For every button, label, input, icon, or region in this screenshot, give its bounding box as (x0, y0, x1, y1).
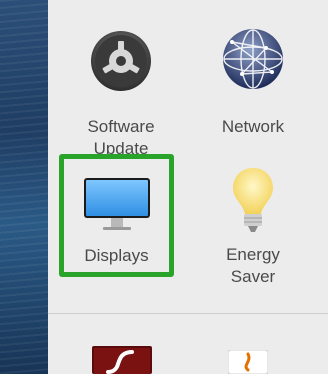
java-icon[interactable] (228, 350, 268, 374)
system-preferences-panel: Software Update Network Displays Energy … (48, 0, 328, 374)
flash-player-icon[interactable] (92, 346, 152, 374)
desktop-wallpaper (0, 0, 48, 374)
pref-label: Energy Saver (226, 245, 280, 286)
pref-label: Displays (84, 246, 149, 265)
pref-software-update[interactable]: Software Update (66, 20, 176, 158)
display-monitor-icon (83, 178, 150, 230)
pref-displays[interactable]: Displays (59, 154, 174, 277)
pref-network[interactable]: Network (198, 20, 308, 136)
pref-energy-saver[interactable]: Energy Saver (198, 160, 308, 290)
lightbulb-icon (233, 168, 273, 232)
pref-label: Network (221, 117, 285, 136)
globe-network-icon (223, 29, 283, 89)
gear-icon (91, 31, 151, 91)
section-divider (48, 313, 328, 314)
